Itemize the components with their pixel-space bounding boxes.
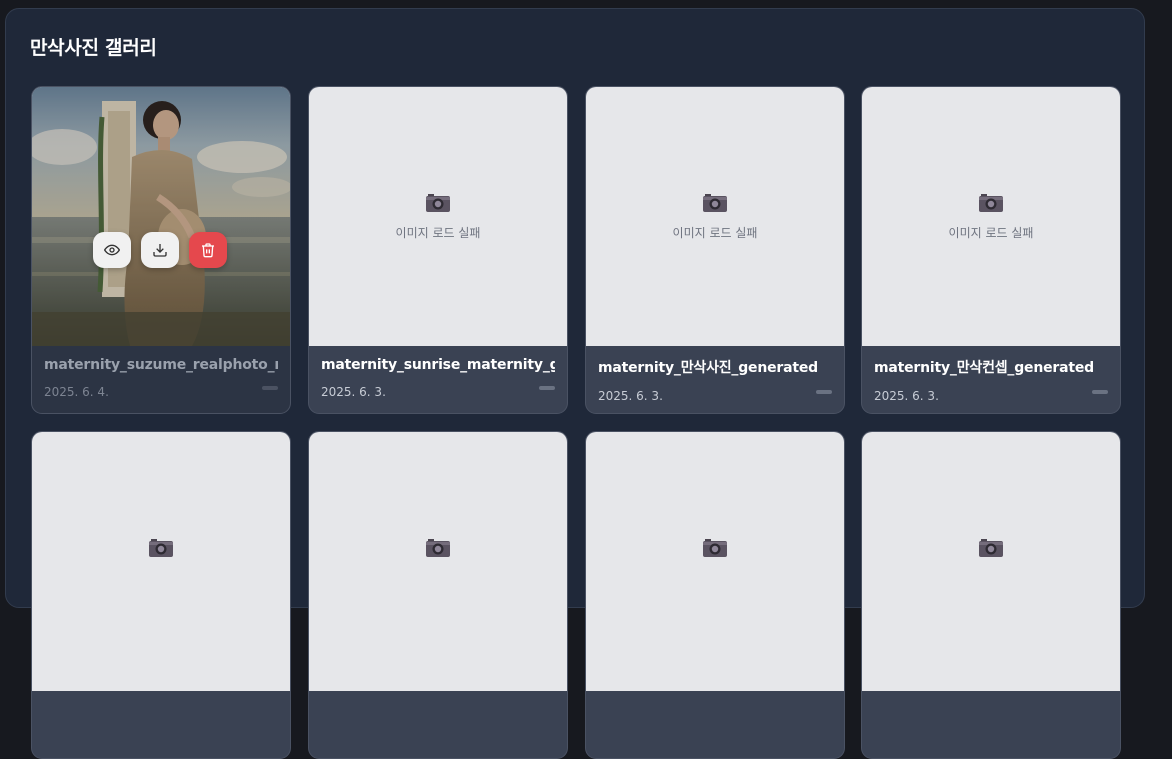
- photo-thumbnail[interactable]: [32, 87, 290, 346]
- camera-icon: [426, 194, 450, 212]
- file-date: 2025. 6. 4.: [44, 385, 109, 399]
- card-info: maternity_만삭사진_generated 2025. 6. 3.: [598, 357, 832, 403]
- gallery-card[interactable]: 이미지 로드 실패 maternity_만삭컨셉_generated 2025.…: [861, 86, 1121, 414]
- download-button[interactable]: [141, 232, 179, 268]
- gallery-card[interactable]: [861, 431, 1121, 759]
- file-name: maternity_만삭컨셉_generated: [874, 360, 1094, 376]
- gallery-card[interactable]: [308, 431, 568, 759]
- download-icon: [153, 244, 167, 257]
- hover-overlay: [32, 87, 290, 346]
- card-meta: 2025. 6. 3.: [598, 385, 832, 403]
- gallery-card[interactable]: [31, 431, 291, 759]
- gallery-card[interactable]: [585, 431, 845, 759]
- options-handle[interactable]: [539, 386, 555, 390]
- gallery-title: 만삭사진 갤러리: [30, 37, 157, 59]
- camera-icon: [149, 539, 173, 557]
- card-meta: 2025. 6. 4.: [44, 381, 278, 399]
- placeholder-text: 이미지 로드 실패: [948, 226, 1034, 240]
- load-failed-placeholder: 이미지 로드 실패: [309, 192, 567, 241]
- image-placeholder[interactable]: [586, 432, 844, 691]
- card-meta: 2025. 6. 3.: [874, 385, 1108, 403]
- image-placeholder[interactable]: 이미지 로드 실패: [586, 87, 844, 346]
- image-placeholder[interactable]: 이미지 로드 실패: [862, 87, 1120, 346]
- load-failed-placeholder: [309, 537, 567, 563]
- camera-icon: [979, 539, 1003, 557]
- trash-icon: [202, 243, 214, 258]
- card-info: maternity_suzume_realphoto_mc 2025. 6. 4…: [44, 357, 278, 399]
- load-failed-placeholder: 이미지 로드 실패: [586, 192, 844, 241]
- card-info: maternity_sunrise_maternity_gen 2025. 6.…: [321, 357, 555, 399]
- gallery-card[interactable]: 이미지 로드 실패 maternity_만삭사진_generated 2025.…: [585, 86, 845, 414]
- image-placeholder[interactable]: 이미지 로드 실패: [309, 87, 567, 346]
- load-failed-placeholder: [32, 537, 290, 563]
- delete-button[interactable]: [189, 232, 227, 268]
- file-name: maternity_만삭사진_generated: [598, 360, 818, 376]
- load-failed-placeholder: 이미지 로드 실패: [862, 192, 1120, 241]
- card-info: maternity_만삭컨셉_generated 2025. 6. 3.: [874, 357, 1108, 403]
- file-name: maternity_suzume_realphoto_mc: [44, 357, 278, 373]
- image-placeholder[interactable]: [862, 432, 1120, 691]
- card-actions: [93, 232, 227, 268]
- gallery-panel: 만삭사진 갤러리 maternity_suzume_realphoto_mc 2…: [5, 8, 1145, 759]
- gallery-card[interactable]: 이미지 로드 실패 maternity_sunrise_maternity_ge…: [308, 86, 568, 414]
- image-placeholder[interactable]: [309, 432, 567, 691]
- options-handle[interactable]: [262, 386, 278, 390]
- placeholder-text: 이미지 로드 실패: [672, 226, 758, 240]
- camera-icon: [979, 194, 1003, 212]
- file-date: 2025. 6. 3.: [598, 389, 663, 403]
- file-date: 2025. 6. 3.: [321, 385, 386, 399]
- eye-icon: [104, 244, 120, 256]
- card-meta: 2025. 6. 3.: [321, 381, 555, 399]
- file-date: 2025. 6. 3.: [874, 389, 939, 403]
- load-failed-placeholder: [862, 537, 1120, 563]
- camera-icon: [426, 539, 450, 557]
- file-name: maternity_sunrise_maternity_gen: [321, 357, 555, 373]
- camera-icon: [703, 194, 727, 212]
- options-handle[interactable]: [1092, 390, 1108, 394]
- view-button[interactable]: [93, 232, 131, 268]
- placeholder-text: 이미지 로드 실패: [395, 226, 481, 240]
- camera-icon: [703, 539, 727, 557]
- gallery-card[interactable]: maternity_suzume_realphoto_mc 2025. 6. 4…: [31, 86, 291, 414]
- image-placeholder[interactable]: [32, 432, 290, 691]
- options-handle[interactable]: [816, 390, 832, 394]
- load-failed-placeholder: [586, 537, 844, 563]
